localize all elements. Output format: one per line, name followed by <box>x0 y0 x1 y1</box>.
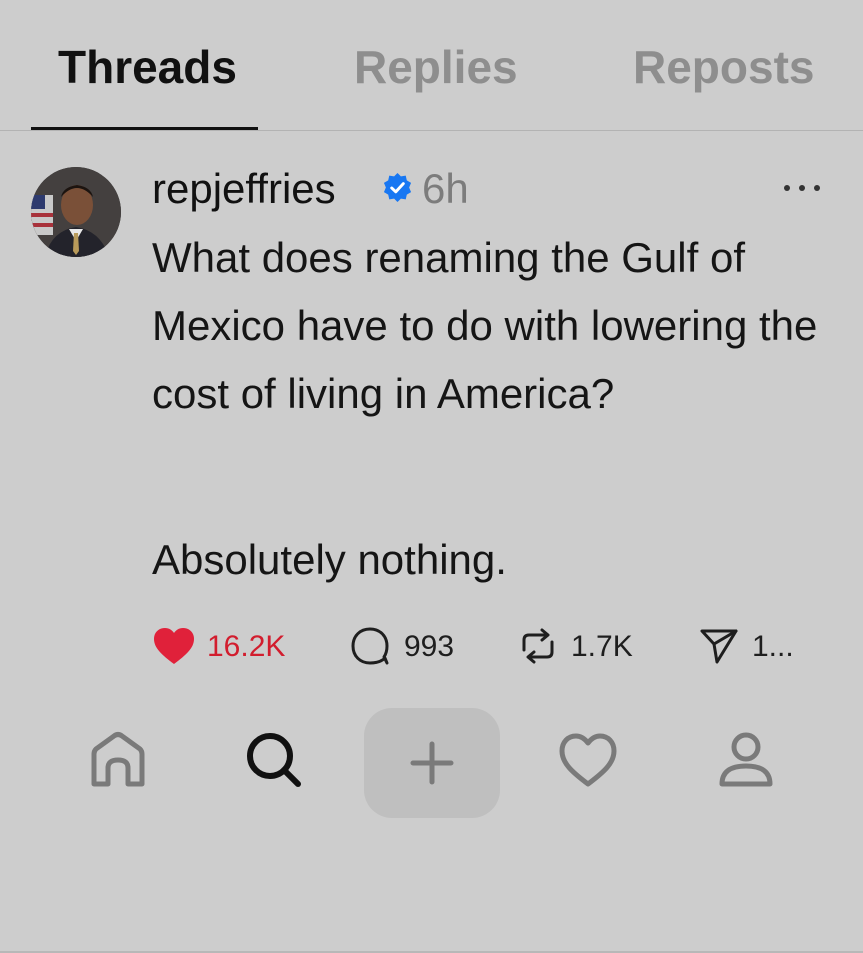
nav-search[interactable] <box>244 720 304 800</box>
active-tab-indicator <box>31 127 258 130</box>
repost-button[interactable]: 1.7K <box>517 622 647 672</box>
heart-icon <box>154 628 194 664</box>
like-count: 16.2K <box>207 630 286 663</box>
share-icon <box>700 629 738 664</box>
post-text: What does renaming the Gulf of Mexico ha… <box>152 234 818 417</box>
reply-count: 993 <box>404 630 455 663</box>
share-count: 1... <box>752 630 794 663</box>
post-text-second-paragraph: Absolutely nothing. <box>152 536 507 583</box>
tab-replies[interactable]: Replies <box>354 40 518 94</box>
home-icon <box>91 732 145 787</box>
avatar[interactable] <box>31 167 121 257</box>
more-icon[interactable] <box>780 172 824 202</box>
share-button[interactable]: 1... <box>698 622 798 672</box>
nav-profile[interactable] <box>716 720 776 800</box>
nav-home[interactable] <box>88 720 148 800</box>
reply-button[interactable]: 993 <box>350 622 460 672</box>
repost-count: 1.7K <box>571 630 633 663</box>
post-username[interactable]: repjeffries <box>152 165 336 213</box>
activity-heart-icon <box>559 733 617 787</box>
new-thread-button[interactable] <box>364 708 500 818</box>
profile-tabs: Threads Replies Reposts <box>0 0 863 131</box>
post-timestamp: 6h <box>422 165 469 212</box>
profile-icon <box>719 732 773 787</box>
comment-icon <box>351 627 389 665</box>
repost-icon <box>522 628 554 664</box>
nav-activity[interactable] <box>558 720 618 800</box>
tab-reposts[interactable]: Reposts <box>633 40 814 94</box>
tab-threads[interactable]: Threads <box>58 40 237 94</box>
plus-icon <box>410 741 454 785</box>
search-icon <box>247 733 301 787</box>
verified-badge-icon <box>383 172 412 203</box>
like-button[interactable]: 16.2K <box>152 622 302 672</box>
